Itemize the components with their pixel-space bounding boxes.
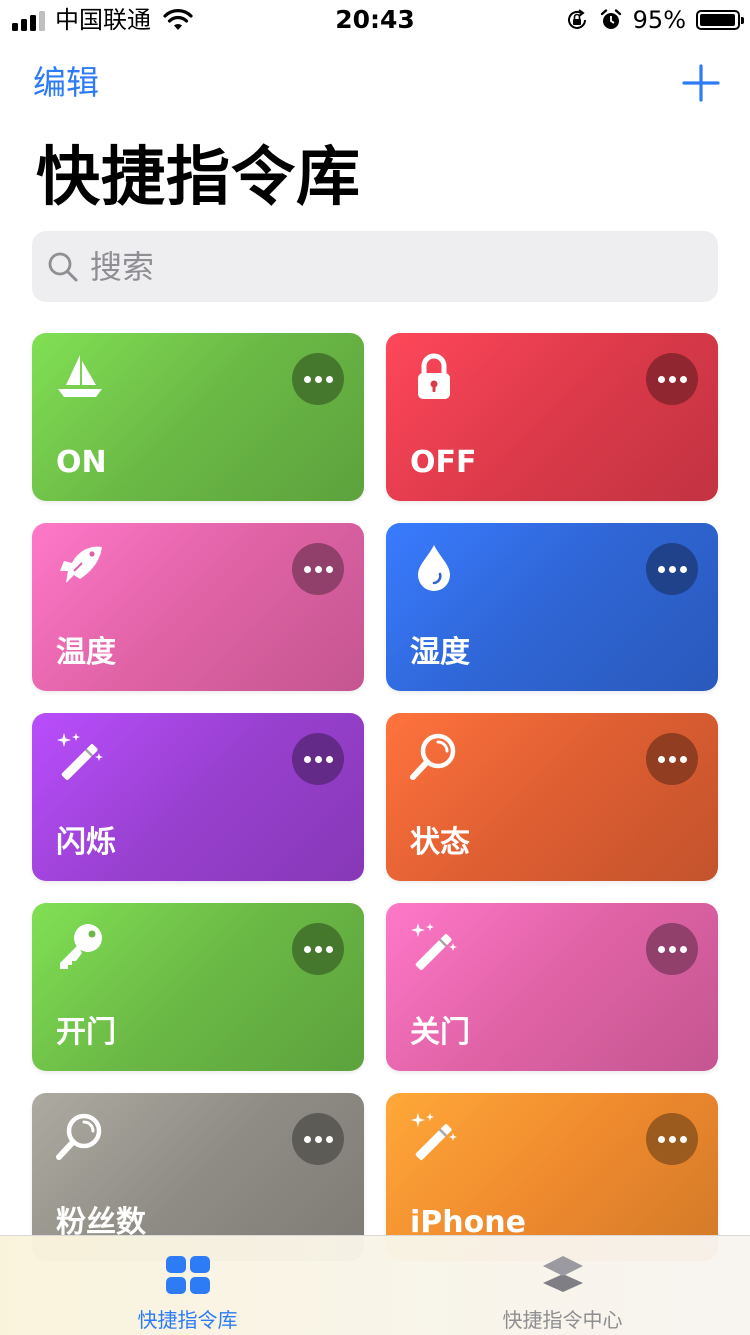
key-icon — [54, 921, 106, 973]
cellular-signal-icon — [12, 9, 45, 31]
search-bar[interactable] — [32, 231, 718, 302]
shortcut-card[interactable]: 温度 — [32, 523, 364, 691]
more-options-button[interactable] — [646, 923, 698, 975]
shortcut-card[interactable]: 关门 — [386, 903, 718, 1071]
battery-icon — [696, 10, 744, 30]
magnifier-icon — [408, 731, 460, 783]
carrier-name: 中国联通 — [55, 6, 151, 34]
tab-gallery-label: 快捷指令中心 — [502, 1308, 623, 1332]
layers-icon — [542, 1256, 583, 1292]
magnifier-icon — [54, 1111, 106, 1163]
fish-icon — [54, 541, 106, 593]
orientation-lock-icon — [567, 9, 586, 29]
more-options-button[interactable] — [646, 353, 698, 405]
shortcut-card[interactable]: 闪烁 — [32, 713, 364, 881]
shortcut-label: OFF — [410, 445, 477, 480]
shortcut-card[interactable]: 状态 — [386, 713, 718, 881]
lock-icon — [408, 351, 460, 403]
plus-icon — [682, 64, 720, 102]
water-drop-icon — [408, 541, 460, 593]
status-left: 中国联通 — [12, 6, 193, 34]
more-options-button[interactable] — [292, 923, 344, 975]
shortcut-card[interactable]: OFF — [386, 333, 718, 501]
battery-percentage: 95% — [632, 6, 686, 34]
tab-library-label: 快捷指令库 — [137, 1308, 238, 1332]
shortcut-label: 状态 — [410, 825, 470, 860]
shortcut-card[interactable]: ON — [32, 333, 364, 501]
more-options-button[interactable] — [292, 1113, 344, 1165]
more-options-button[interactable] — [292, 353, 344, 405]
search-input[interactable] — [88, 231, 690, 302]
search-icon — [48, 252, 78, 282]
shortcut-label: ON — [56, 445, 107, 480]
shortcut-label: 温度 — [56, 635, 116, 670]
page-title: 快捷指令库 — [36, 141, 361, 215]
more-options-button[interactable] — [646, 543, 698, 595]
tab-gallery[interactable]: 快捷指令中心 — [375, 1236, 750, 1335]
status-right: 95% — [565, 6, 744, 34]
tab-bar: 快捷指令库 快捷指令中心 — [0, 1235, 750, 1335]
magic-wand-icon — [54, 731, 106, 783]
magic-wand-icon — [408, 921, 460, 973]
shortcut-card[interactable]: 湿度 — [386, 523, 718, 691]
shortcut-label: 关门 — [410, 1015, 470, 1050]
wifi-icon — [163, 9, 193, 30]
shortcut-label: 湿度 — [410, 635, 470, 670]
alarm-icon — [600, 9, 621, 29]
sailboat-icon — [54, 351, 106, 403]
more-options-button[interactable] — [292, 733, 344, 785]
grid-icon — [165, 1256, 210, 1294]
more-options-button[interactable] — [646, 733, 698, 785]
shortcut-label: 闪烁 — [56, 825, 116, 860]
more-options-button[interactable] — [646, 1113, 698, 1165]
status-bar: 中国联通 20:43 95% — [0, 0, 750, 40]
more-options-button[interactable] — [292, 543, 344, 595]
tab-library[interactable]: 快捷指令库 — [0, 1236, 375, 1335]
magic-wand-icon — [408, 1111, 460, 1163]
add-shortcut-button[interactable] — [682, 64, 720, 102]
edit-button[interactable]: 编辑 — [33, 63, 99, 103]
shortcut-card[interactable]: 开门 — [32, 903, 364, 1071]
shortcut-label: 开门 — [56, 1015, 116, 1050]
